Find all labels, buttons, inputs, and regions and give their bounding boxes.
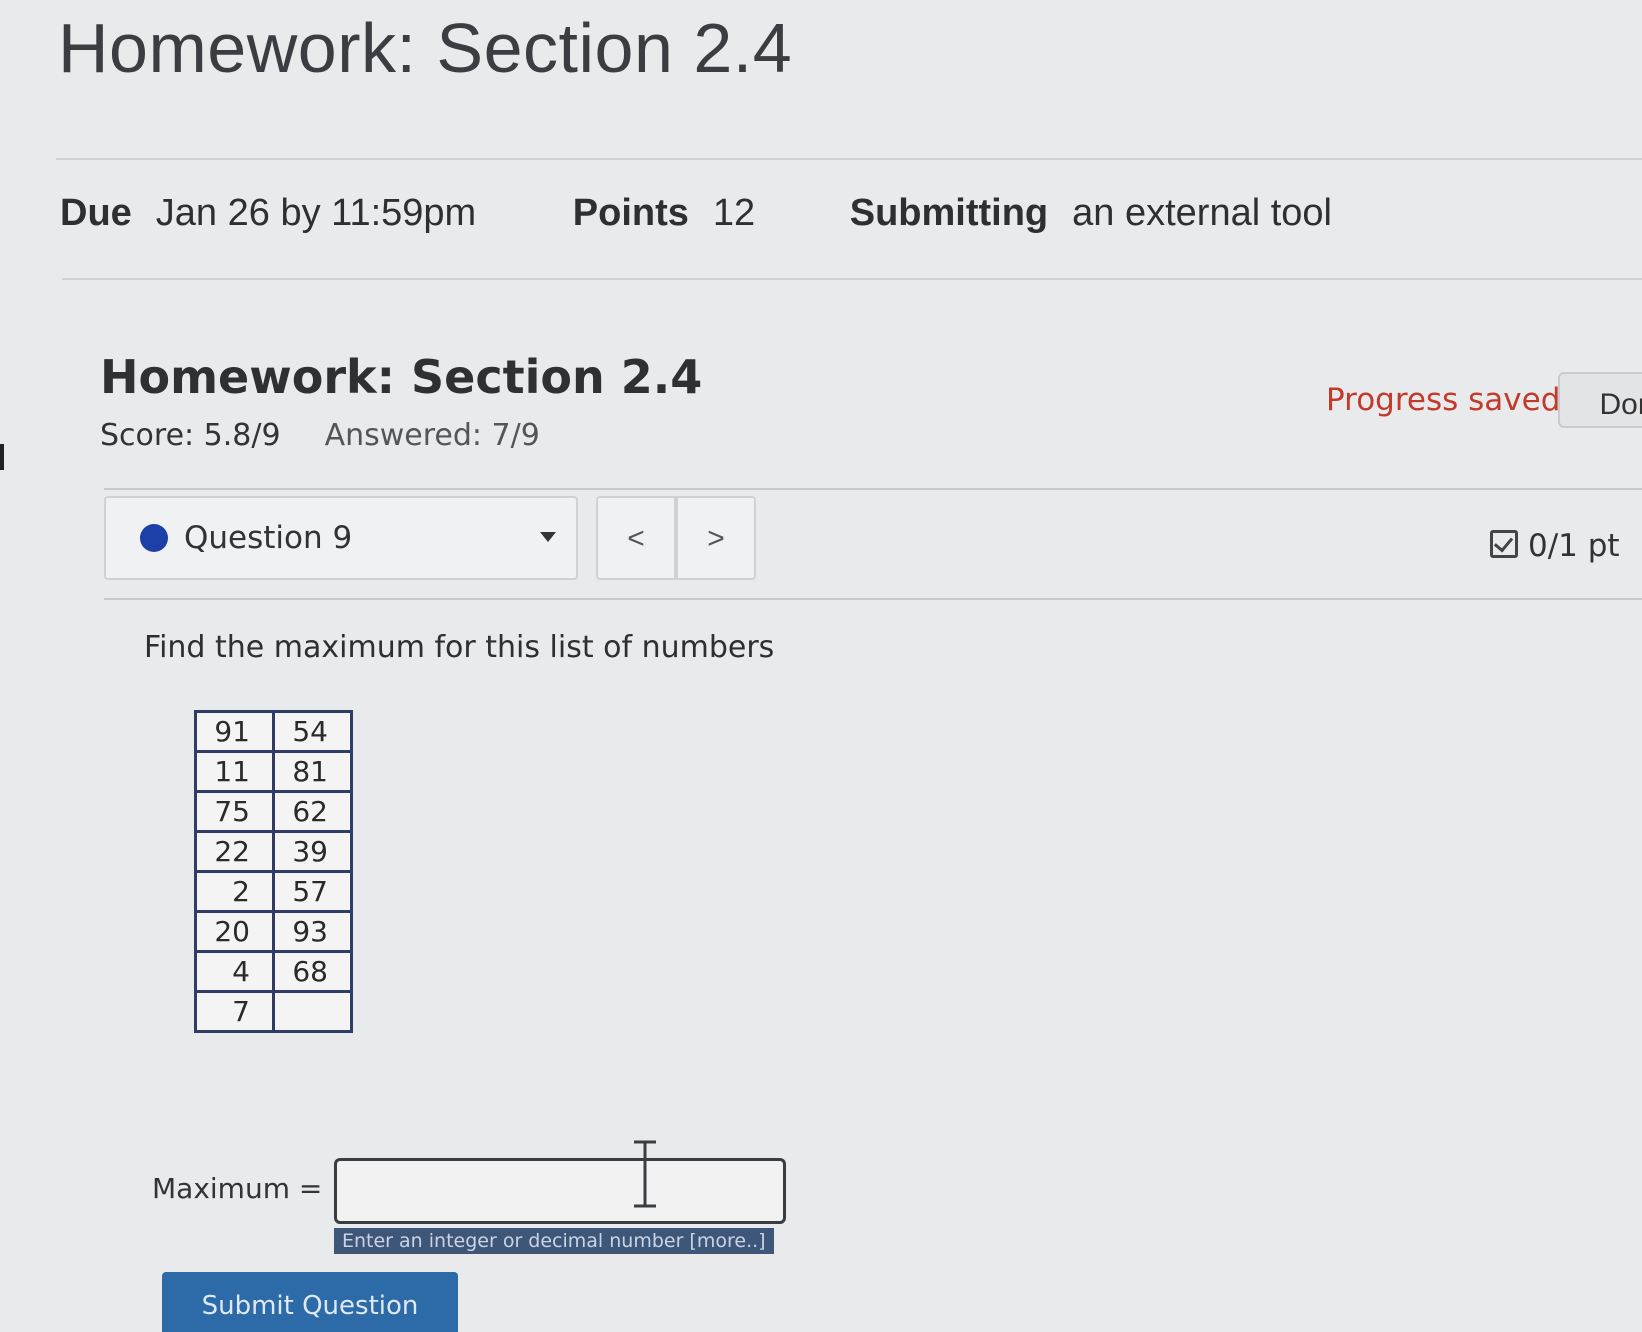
table-row: 91 54 [194, 710, 353, 753]
table-cell: 81 [272, 750, 353, 793]
points-text: 0/1 pt [1528, 528, 1620, 564]
table-cell: 2 [194, 870, 275, 913]
table-row: 11 81 [194, 750, 353, 793]
due-label: Due [60, 192, 132, 234]
status-dot-icon [140, 524, 168, 552]
table-row: 4 68 [194, 950, 353, 993]
question-prompt: Find the maximum for this list of number… [144, 630, 775, 665]
table-cell: 91 [194, 710, 275, 753]
caret-down-icon [540, 532, 556, 542]
checkbox-icon [1490, 530, 1518, 558]
points-group: Points 12 [573, 192, 755, 235]
table-cell: 39 [272, 830, 353, 873]
table-cell: 75 [194, 790, 275, 833]
assignment-details: Due Jan 26 by 11:59pm Points 12 Submitting… [60, 192, 1332, 235]
table-row: 75 62 [194, 790, 353, 833]
table-cell: 11 [194, 750, 275, 793]
table-cell: 4 [194, 950, 275, 993]
table-row: 22 39 [194, 830, 353, 873]
table-cell: 22 [194, 830, 275, 873]
table-cell: 93 [272, 910, 353, 953]
table-cell: 57 [272, 870, 353, 913]
previous-question-button[interactable]: < [596, 496, 676, 580]
done-button[interactable]: Don [1558, 372, 1642, 428]
question-select[interactable]: Question 9 [104, 496, 578, 580]
table-cell: 68 [272, 950, 353, 993]
numbers-table: 91 54 11 81 75 62 22 39 2 57 20 93 4 68 7 [194, 710, 353, 1033]
question-select-label: Question 9 [184, 520, 353, 556]
maximum-label: Maximum = [152, 1172, 323, 1205]
table-row: 2 57 [194, 870, 353, 913]
due-value: Jan 26 by 11:59pm [155, 192, 477, 234]
submitting-group: Submitting an external tool [850, 192, 1332, 235]
table-cell: 54 [272, 710, 353, 753]
question-points: 0/1 pt [1490, 528, 1620, 564]
table-row: 7 [194, 990, 353, 1033]
table-row: 20 93 [194, 910, 353, 953]
page-title: Homework: Section 2.4 [58, 9, 793, 87]
table-cell: 20 [194, 910, 275, 953]
submitting-label: Submitting [849, 192, 1049, 234]
divider-top [56, 158, 1642, 160]
assignment-title: Homework: Section 2.4 [100, 350, 703, 404]
maximum-input[interactable] [334, 1158, 786, 1224]
submitting-value: an external tool [1072, 192, 1332, 234]
progress-saved-status: Progress saved [1326, 382, 1561, 418]
table-cell [272, 990, 353, 1033]
left-edge-marker [0, 444, 4, 470]
answered-text: Answered: 7/9 [324, 418, 540, 453]
question-bar-top-line [104, 488, 1642, 490]
table-cell: 7 [194, 990, 275, 1033]
table-cell: 62 [272, 790, 353, 833]
question-bar-bottom-line [104, 598, 1642, 600]
divider-details [62, 278, 1642, 280]
points-value: 12 [712, 192, 756, 234]
input-hint: Enter an integer or decimal number [more… [334, 1228, 774, 1254]
score-text: Score: 5.8/9 [100, 418, 281, 453]
next-question-button[interactable]: > [676, 496, 756, 580]
score-line: Score: 5.8/9 Answered: 7/9 [100, 418, 540, 453]
points-label: Points [572, 192, 689, 234]
i-beam-cursor-icon [634, 1140, 656, 1208]
due-group: Due Jan 26 by 11:59pm [60, 192, 476, 235]
submit-question-button[interactable]: Submit Question [162, 1272, 458, 1332]
